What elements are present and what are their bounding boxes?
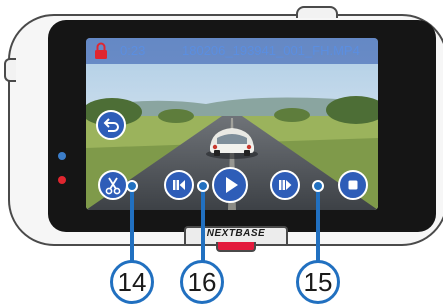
back-button[interactable] [96, 110, 126, 140]
padlock-icon [95, 42, 107, 59]
step-forward-icon [279, 180, 292, 190]
red-hardware-button[interactable] [216, 242, 256, 252]
callout-dot-14 [126, 180, 138, 192]
callout-14: 14 [110, 260, 154, 304]
scissors-icon [105, 177, 121, 195]
return-arrow-icon [103, 118, 119, 132]
stop-button[interactable] [338, 170, 368, 200]
brand-logo: NEXTBASE [206, 228, 266, 239]
step-back-icon [173, 180, 185, 190]
step-forward-button[interactable] [270, 170, 300, 200]
callout-15: 15 [296, 260, 340, 304]
stop-icon [348, 180, 358, 190]
video-filename: 180206_193941_001_FH.MP4 [182, 43, 360, 58]
callout-line-14 [130, 186, 134, 266]
cut-clip-button[interactable] [98, 170, 128, 200]
step-back-button[interactable] [164, 170, 194, 200]
callout-dot-15 [312, 180, 324, 192]
playback-time: 0:23 [120, 43, 146, 58]
callout-line-16 [201, 186, 205, 266]
red-status-led [58, 176, 66, 184]
play-button[interactable] [212, 167, 248, 203]
callout-line-15 [316, 186, 320, 266]
play-icon [226, 177, 238, 193]
callout-16: 16 [180, 260, 224, 304]
blue-status-led [58, 152, 66, 160]
side-hardware-button[interactable] [4, 58, 16, 82]
top-hardware-button[interactable] [296, 6, 338, 18]
callout-dot-16 [197, 180, 209, 192]
